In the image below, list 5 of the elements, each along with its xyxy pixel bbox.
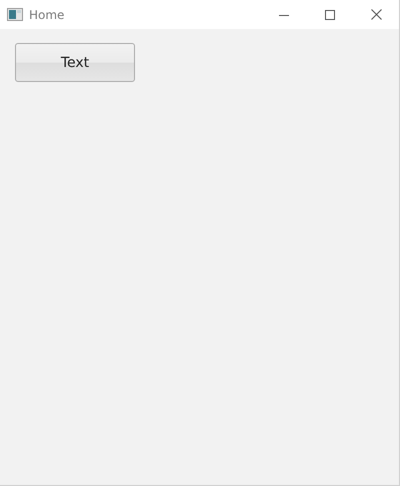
app-icon [7, 8, 23, 21]
window-title: Home [29, 8, 64, 22]
text-button[interactable]: Text [15, 43, 135, 82]
close-icon [370, 9, 382, 20]
maximize-icon [325, 10, 335, 20]
